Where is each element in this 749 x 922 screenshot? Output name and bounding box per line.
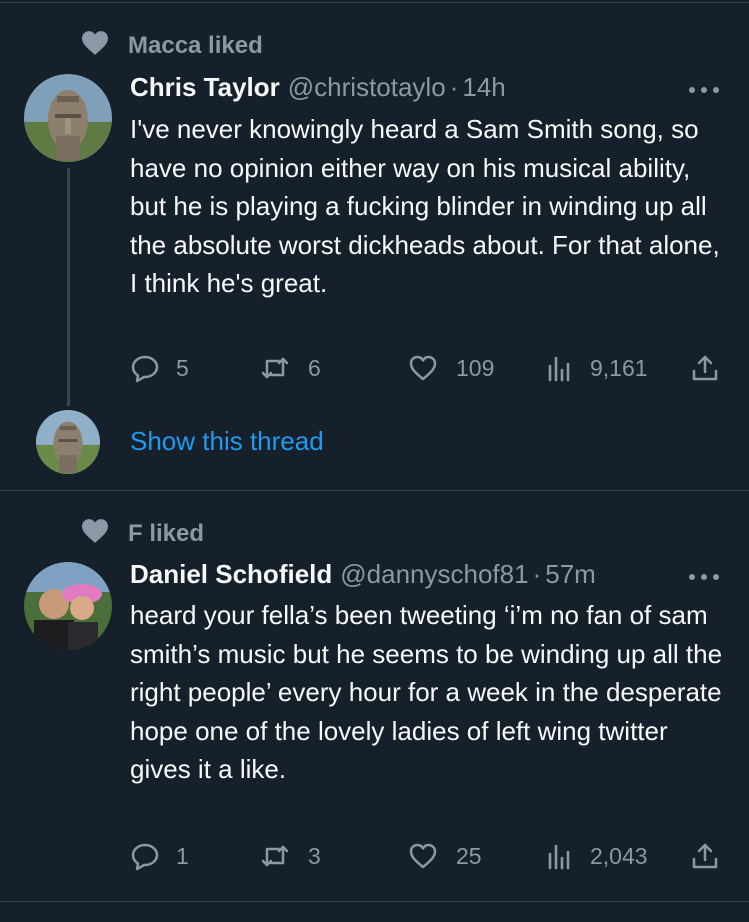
bottom-divider (0, 901, 749, 902)
social-context: F liked (80, 518, 204, 549)
like-count: 25 (456, 842, 482, 869)
avatar[interactable] (24, 74, 112, 162)
tweet-text: heard your fella’s been tweeting ‘i’m no… (130, 600, 723, 784)
heart-icon (409, 843, 437, 869)
more-options-button[interactable] (684, 567, 724, 587)
separator-dot: · (532, 559, 542, 589)
views-icon (548, 844, 570, 870)
avatar[interactable] (24, 562, 112, 650)
share-icon (692, 355, 718, 381)
share-button[interactable] (690, 353, 736, 383)
social-context: Macca liked (80, 30, 263, 61)
views-count: 2,043 (590, 842, 648, 869)
more-icon (689, 87, 719, 93)
tweet-header: Daniel Schofield @dannyschof81 · 57m (130, 559, 596, 590)
tweet-daniel-schofield[interactable]: F liked Daniel Schofield @dannyschof81 ·… (0, 491, 749, 901)
show-thread-link[interactable]: Show this thread (130, 426, 324, 457)
like-button[interactable]: 25 (406, 841, 482, 871)
liked-by-text: F liked (128, 519, 205, 547)
heart-icon (80, 30, 110, 61)
retweet-button[interactable]: 3 (258, 841, 321, 871)
separator-dot: · (449, 72, 459, 102)
share-button[interactable] (690, 841, 736, 871)
retweet-icon (261, 845, 289, 867)
tweet-time[interactable]: 14h (462, 72, 505, 103)
reply-count: 1 (176, 842, 189, 869)
tweet-text: I've never knowingly heard a Sam Smith s… (130, 114, 720, 298)
views-count: 9,161 (590, 354, 648, 381)
tweet-chris-taylor[interactable]: Macca liked Chris Taylor @christotaylo ·… (0, 0, 749, 490)
heart-icon (409, 355, 437, 381)
tweet-time[interactable]: 57m (545, 559, 596, 590)
more-options-button[interactable] (684, 80, 724, 100)
author-handle[interactable]: @dannyschof81 (340, 559, 528, 590)
author-name[interactable]: Chris Taylor (130, 72, 280, 103)
reply-count: 5 (176, 354, 189, 381)
author-name[interactable]: Daniel Schofield (130, 559, 332, 590)
retweet-count: 6 (308, 354, 321, 381)
author-handle[interactable]: @christotaylo (288, 72, 446, 103)
thread-avatar[interactable] (36, 410, 100, 474)
heart-icon (80, 518, 110, 549)
tweet-header: Chris Taylor @christotaylo · 14h (130, 72, 506, 103)
action-bar: 5 6 109 9,161 (130, 353, 730, 387)
reply-button[interactable]: 1 (130, 841, 189, 871)
reply-button[interactable]: 5 (130, 353, 189, 383)
reply-icon (131, 843, 159, 871)
views-button[interactable]: 2,043 (544, 841, 648, 871)
like-count: 109 (456, 354, 495, 381)
reply-icon (131, 355, 159, 383)
more-icon (689, 574, 719, 580)
retweet-count: 3 (308, 842, 321, 869)
action-bar: 1 3 25 2,043 (130, 841, 730, 875)
retweet-button[interactable]: 6 (258, 353, 321, 383)
like-button[interactable]: 109 (406, 353, 494, 383)
views-icon (548, 356, 570, 382)
retweet-icon (261, 357, 289, 379)
views-button[interactable]: 9,161 (544, 353, 648, 383)
liked-by-text: Macca liked (128, 31, 263, 59)
thread-line (67, 168, 70, 406)
share-icon (692, 843, 718, 869)
